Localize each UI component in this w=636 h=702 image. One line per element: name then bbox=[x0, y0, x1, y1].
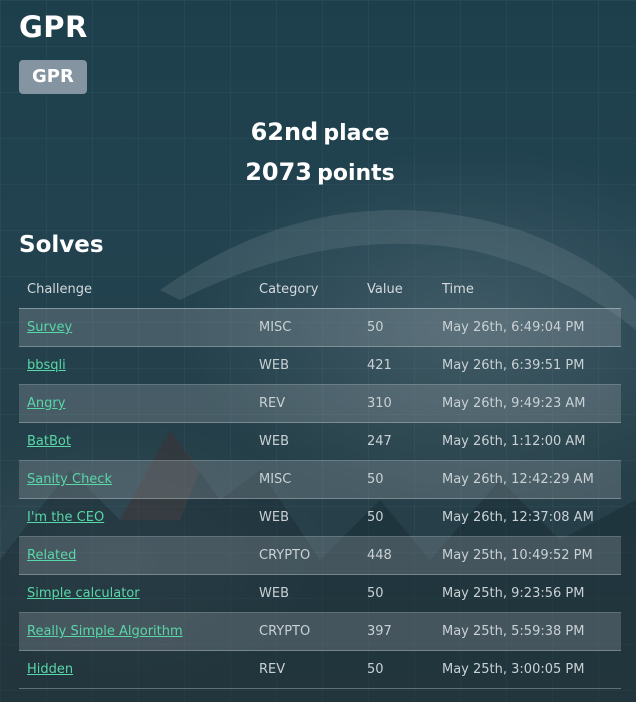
time-cell: May 26th, 1:12:00 AM bbox=[434, 422, 621, 461]
solves-table-body: Survey MISC 50 May 26th, 6:49:04 PM bbsqli WE… bbox=[19, 308, 621, 689]
table-row: Hidden REV 50 May 25th, 3:00:05 PM bbox=[19, 650, 621, 689]
challenge-cell: Related bbox=[19, 536, 251, 575]
table-row: Angry REV 310 May 26th, 9:49:23 AM bbox=[19, 384, 621, 423]
challenge-cell: Simple calculator bbox=[19, 574, 251, 613]
table-row: Survey MISC 50 May 26th, 6:49:04 PM bbox=[19, 308, 621, 347]
value-cell: 448 bbox=[359, 536, 434, 575]
solves-table: Challenge Category Value Time Survey MISC… bbox=[19, 270, 621, 689]
value-cell: 397 bbox=[359, 612, 434, 651]
column-header-value: Value bbox=[359, 270, 434, 309]
value-cell: 247 bbox=[359, 422, 434, 461]
time-cell: May 25th, 5:59:38 PM bbox=[434, 612, 621, 651]
challenge-link[interactable]: bbsqli bbox=[27, 358, 66, 373]
value-cell: 50 bbox=[359, 498, 434, 537]
table-row: Related CRYPTO 448 May 25th, 10:49:52 PM bbox=[19, 536, 621, 575]
table-row: Really Simple Algorithm CRYPTO 397 May 25th… bbox=[19, 612, 621, 651]
value-cell: 50 bbox=[359, 650, 434, 689]
value-cell: 50 bbox=[359, 574, 434, 613]
challenge-link[interactable]: Simple calculator bbox=[27, 586, 140, 601]
challenge-cell: Hidden bbox=[19, 650, 251, 689]
solves-heading: Solves bbox=[19, 232, 104, 258]
category-cell: MISC bbox=[251, 308, 359, 347]
table-row: Simple calculator WEB 50 May 25th, 9:23:56 … bbox=[19, 574, 621, 613]
category-cell: MISC bbox=[251, 460, 359, 499]
time-cell: May 26th, 6:49:04 PM bbox=[434, 308, 621, 347]
table-row: I'm the CEO WEB 50 May 26th, 12:37:08 AM bbox=[19, 498, 621, 537]
category-cell: WEB bbox=[251, 346, 359, 385]
challenge-cell: BatBot bbox=[19, 422, 251, 461]
challenge-cell: Angry bbox=[19, 384, 251, 423]
time-cell: May 25th, 9:23:56 PM bbox=[434, 574, 621, 613]
time-cell: May 25th, 3:00:05 PM bbox=[434, 650, 621, 689]
table-row: BatBot WEB 247 May 26th, 1:12:00 AM bbox=[19, 422, 621, 461]
place-number: 62nd bbox=[250, 118, 319, 146]
time-cell: May 26th, 12:37:08 AM bbox=[434, 498, 621, 537]
category-cell: REV bbox=[251, 384, 359, 423]
time-cell: May 25th, 10:49:52 PM bbox=[434, 536, 621, 575]
points-number: 2073 bbox=[245, 158, 312, 186]
category-cell: WEB bbox=[251, 498, 359, 537]
challenge-link[interactable]: Related bbox=[27, 548, 76, 563]
category-cell: WEB bbox=[251, 422, 359, 461]
challenge-link[interactable]: Survey bbox=[27, 320, 72, 335]
column-header-category: Category bbox=[251, 270, 359, 309]
category-cell: WEB bbox=[251, 574, 359, 613]
challenge-link[interactable]: BatBot bbox=[27, 434, 71, 449]
value-cell: 310 bbox=[359, 384, 434, 423]
value-cell: 50 bbox=[359, 460, 434, 499]
category-cell: CRYPTO bbox=[251, 612, 359, 651]
challenge-link[interactable]: Really Simple Algorithm bbox=[27, 624, 183, 639]
challenge-link[interactable]: Hidden bbox=[27, 662, 73, 677]
challenge-link[interactable]: Angry bbox=[27, 396, 65, 411]
place-label: place bbox=[323, 121, 390, 146]
value-cell: 50 bbox=[359, 308, 434, 347]
category-cell: REV bbox=[251, 650, 359, 689]
team-points: 2073 points bbox=[19, 158, 621, 186]
time-cell: May 26th, 12:42:29 AM bbox=[434, 460, 621, 499]
challenge-cell: Really Simple Algorithm bbox=[19, 612, 251, 651]
challenge-link[interactable]: I'm the CEO bbox=[27, 510, 104, 525]
table-row: bbsqli WEB 421 May 26th, 6:39:51 PM bbox=[19, 346, 621, 385]
points-label: points bbox=[317, 161, 395, 186]
table-row: Sanity Check MISC 50 May 26th, 12:42:29 AM bbox=[19, 460, 621, 499]
column-header-challenge: Challenge bbox=[19, 270, 251, 309]
challenge-cell: I'm the CEO bbox=[19, 498, 251, 537]
challenge-link[interactable]: Sanity Check bbox=[27, 472, 112, 487]
category-cell: CRYPTO bbox=[251, 536, 359, 575]
time-cell: May 26th, 9:49:23 AM bbox=[434, 384, 621, 423]
team-place: 62nd place bbox=[19, 118, 621, 146]
challenge-cell: Survey bbox=[19, 308, 251, 347]
time-cell: May 26th, 6:39:51 PM bbox=[434, 346, 621, 385]
value-cell: 421 bbox=[359, 346, 434, 385]
team-name: GPR bbox=[19, 10, 88, 44]
challenge-cell: bbsqli bbox=[19, 346, 251, 385]
challenge-cell: Sanity Check bbox=[19, 460, 251, 499]
table-header-row: Challenge Category Value Time bbox=[19, 270, 621, 309]
team-badge[interactable]: GPR bbox=[19, 60, 87, 94]
column-header-time: Time bbox=[434, 270, 621, 309]
